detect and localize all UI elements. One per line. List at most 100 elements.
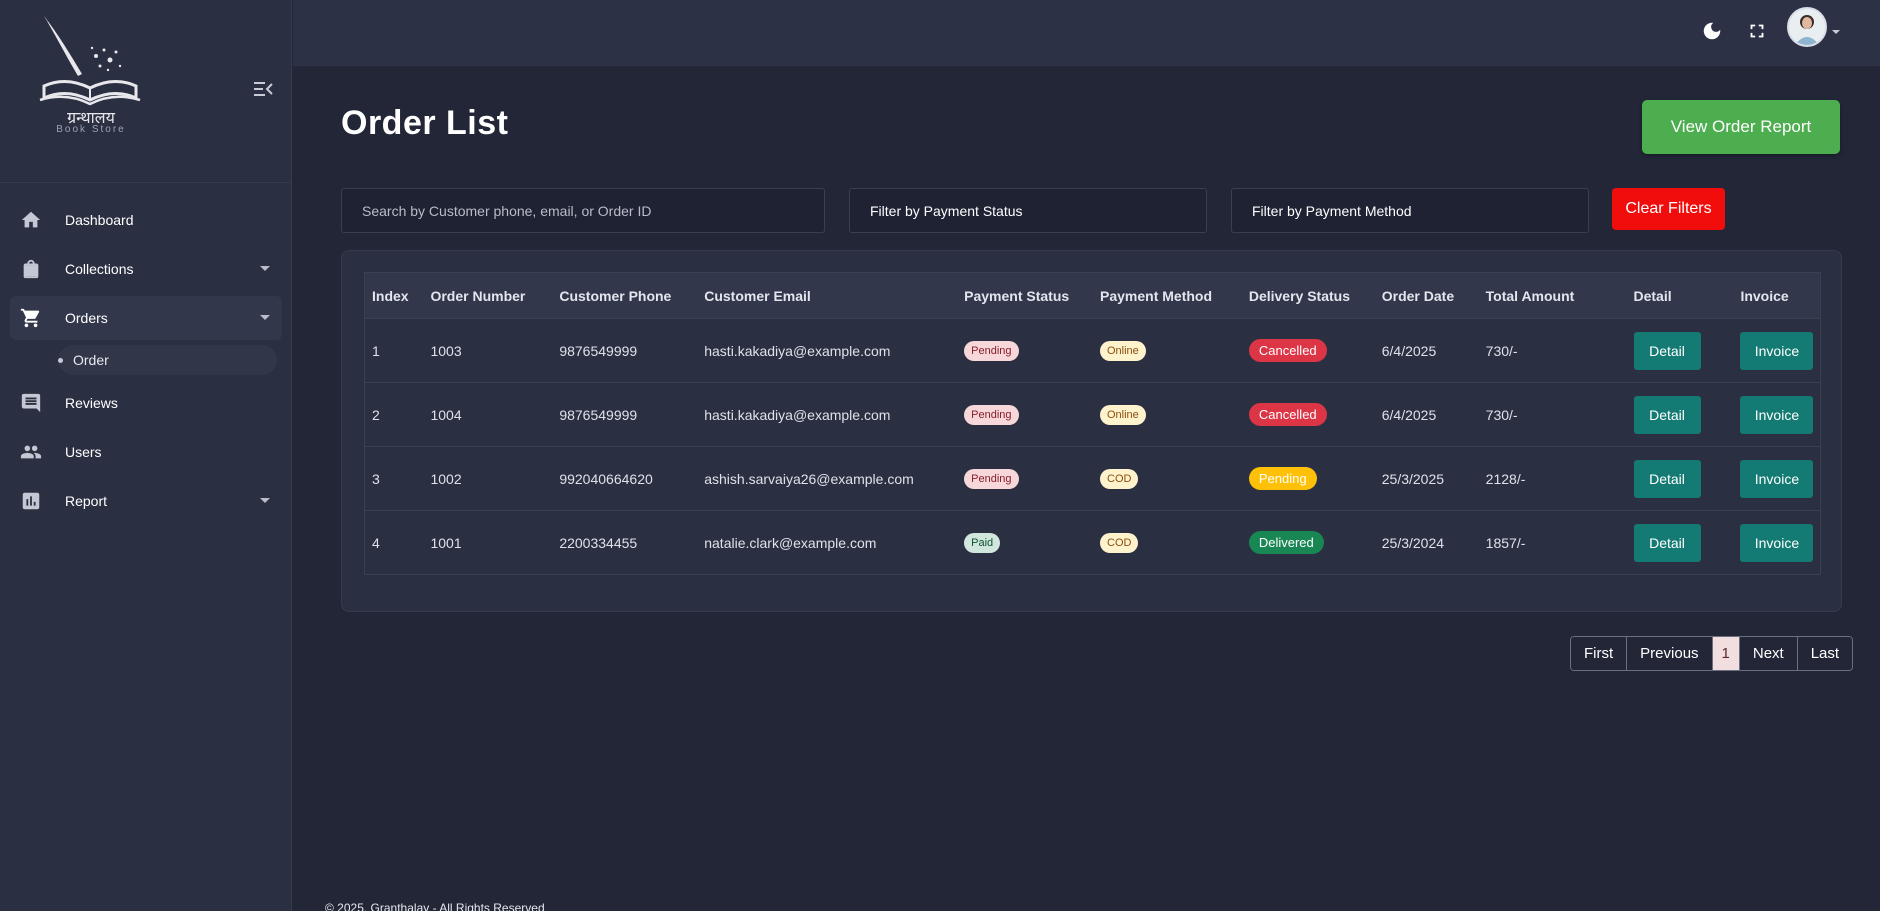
payment-method-cell: Online: [1093, 319, 1242, 383]
first-page-button[interactable]: First: [1571, 637, 1628, 670]
email-cell: ashish.sarvaiya26@example.com: [704, 470, 914, 487]
payment-method-badge: COD: [1100, 532, 1139, 553]
delivery-status-badge: Cancelled: [1248, 403, 1327, 426]
sidebar-item-orders[interactable]: Orders: [10, 296, 282, 340]
avatar[interactable]: [1787, 7, 1827, 47]
cart-icon: [20, 307, 42, 329]
shopping-bag-icon: [20, 258, 42, 280]
logo-area: ग्रन्थालय Book Store: [0, 0, 291, 183]
detail-button[interactable]: Detail: [1633, 523, 1701, 562]
last-page-button[interactable]: Last: [1797, 637, 1853, 670]
invoice-cell: Invoice: [1733, 319, 1820, 383]
sidebar-item-label: Users: [65, 444, 102, 460]
page-title: Order List: [341, 104, 509, 142]
sidebar-item-report[interactable]: Report: [10, 479, 282, 523]
payment-status-badge: Paid: [964, 532, 1001, 553]
pagination: First Previous 1 Next Last: [1570, 636, 1854, 671]
sidebar-item-label: Dashboard: [65, 212, 134, 228]
payment-method-badge: COD: [1100, 468, 1139, 489]
dot-icon: [58, 357, 63, 363]
column-header: Customer Email: [697, 272, 958, 319]
chevron-down-icon[interactable]: [1832, 30, 1840, 34]
detail-button[interactable]: Detail: [1633, 459, 1701, 498]
sidebar-item-label: Reviews: [65, 395, 118, 411]
order-number-cell: 1002: [430, 470, 462, 487]
user-avatar-icon: [1789, 9, 1825, 45]
table-row: 2 1004 9876549999 hasti.kakadiya@example…: [364, 383, 1821, 447]
detail-button[interactable]: Detail: [1633, 395, 1701, 434]
payment-method-filter[interactable]: Filter by Payment Method: [1231, 188, 1589, 233]
sidebar-item-label: Report: [65, 493, 108, 509]
column-header: Payment Status: [957, 272, 1093, 319]
delivery-status-badge: Pending: [1248, 467, 1317, 490]
sidebar-item-reviews[interactable]: Reviews: [10, 381, 282, 425]
payment-status-cell: Pending: [957, 383, 1093, 447]
total-amount-cell: 2128/-: [1485, 470, 1526, 487]
payment-method-cell: COD: [1093, 447, 1242, 511]
invoice-cell: Invoice: [1733, 511, 1820, 575]
column-header: Order Number: [423, 272, 553, 319]
orders-table-card: Index Order Number Customer Phone Custom…: [341, 250, 1842, 612]
total-amount-cell: 730/-: [1485, 342, 1518, 359]
sidebar-subitem-label: Order: [73, 352, 109, 368]
column-header: Customer Phone: [552, 272, 698, 319]
payment-status-cell: Paid: [957, 511, 1093, 575]
chart-icon: [20, 490, 42, 512]
topbar: [293, 0, 1880, 66]
payment-status-filter[interactable]: Filter by Payment Status: [849, 188, 1207, 233]
index-cell: 1: [372, 342, 380, 359]
sidebar-item-label: Collections: [65, 261, 134, 277]
search-input[interactable]: [341, 188, 825, 233]
payment-method-badge: Online: [1100, 404, 1146, 425]
email-cell: natalie.clark@example.com: [704, 534, 877, 551]
total-amount-cell: 1857/-: [1485, 534, 1526, 551]
phone-cell: 2200334455: [559, 534, 638, 551]
sidebar-item-collections[interactable]: Collections: [10, 247, 282, 291]
sidebar-item-dashboard[interactable]: Dashboard: [10, 198, 282, 242]
order-date-cell: 6/4/2025: [1381, 406, 1437, 423]
order-number-cell: 1003: [430, 342, 462, 359]
invoice-button[interactable]: Invoice: [1740, 459, 1814, 498]
sidebar-subitem-order[interactable]: Order: [58, 345, 277, 375]
clear-filters-button[interactable]: Clear Filters: [1612, 188, 1725, 230]
invoice-button[interactable]: Invoice: [1740, 523, 1814, 562]
column-header: Detail: [1626, 272, 1734, 319]
menu-collapse-icon[interactable]: [254, 80, 274, 98]
brand-subtitle: Book Store: [56, 124, 126, 135]
view-order-report-button[interactable]: View Order Report: [1642, 100, 1840, 154]
detail-cell: Detail: [1627, 511, 1734, 575]
invoice-button[interactable]: Invoice: [1740, 331, 1814, 370]
phone-cell: 992040664620: [559, 470, 653, 487]
sidebar-nav: Dashboard Collections Orders Order Revie…: [0, 198, 292, 528]
sidebar-item-users[interactable]: Users: [10, 430, 282, 474]
fullscreen-icon[interactable]: [1746, 20, 1768, 42]
previous-page-button[interactable]: Previous: [1627, 637, 1713, 670]
table-row: 4 1001 2200334455 natalie.clark@example.…: [364, 511, 1821, 575]
sidebar: ग्रन्थालय Book Store Dashboard Collectio…: [0, 0, 292, 911]
current-page-button[interactable]: 1: [1712, 637, 1740, 670]
column-header: Total Amount: [1478, 272, 1627, 319]
invoice-button[interactable]: Invoice: [1740, 395, 1814, 434]
invoice-cell: Invoice: [1733, 447, 1820, 511]
detail-button[interactable]: Detail: [1633, 331, 1701, 370]
delivery-status-cell: Cancelled: [1242, 383, 1375, 447]
orders-table: Index Order Number Customer Phone Custom…: [364, 272, 1821, 575]
next-page-button[interactable]: Next: [1739, 637, 1798, 670]
order-number-cell: 1001: [430, 534, 462, 551]
column-header: Delivery Status: [1241, 272, 1375, 319]
delivery-status-badge: Cancelled: [1248, 339, 1327, 362]
table-header-row: Index Order Number Customer Phone Custom…: [364, 272, 1821, 319]
chevron-down-icon: [260, 315, 270, 320]
chevron-down-icon: [260, 266, 270, 271]
home-icon: [20, 209, 42, 231]
payment-method-cell: Online: [1093, 383, 1242, 447]
theme-toggle-icon[interactable]: [1701, 20, 1723, 42]
payment-status-badge: Pending: [964, 468, 1019, 489]
detail-cell: Detail: [1627, 383, 1734, 447]
column-header: Index: [364, 272, 424, 319]
delivery-status-cell: Pending: [1242, 447, 1375, 511]
delivery-status-cell: Delivered: [1242, 511, 1375, 575]
payment-status-cell: Pending: [957, 447, 1093, 511]
order-number-cell: 1004: [430, 406, 462, 423]
table-row: 3 1002 992040664620 ashish.sarvaiya26@ex…: [364, 447, 1821, 511]
